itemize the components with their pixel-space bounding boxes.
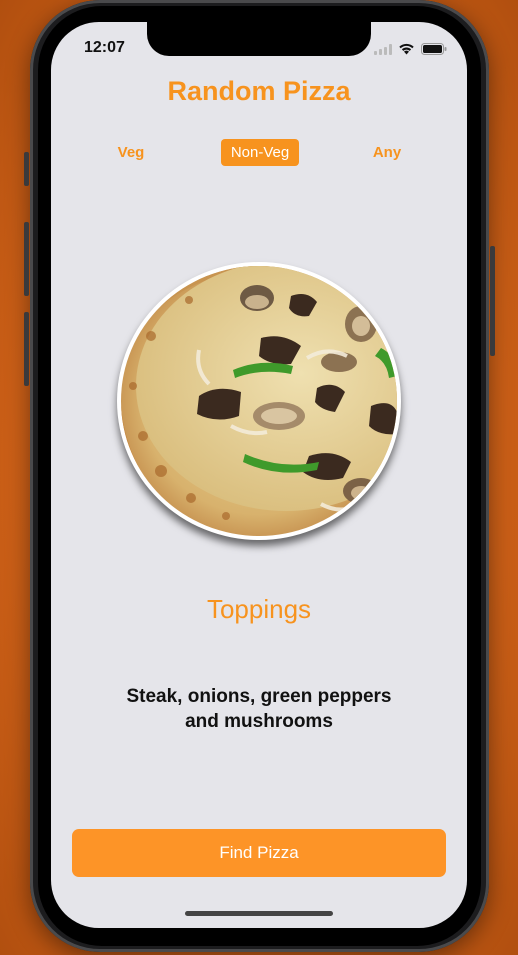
pizza-image-frame	[117, 262, 401, 540]
status-time: 12:07	[84, 39, 125, 56]
volume-down-button	[24, 312, 29, 386]
wifi-icon	[398, 42, 415, 60]
pizza-image	[121, 266, 397, 536]
filter-veg-button[interactable]: Veg	[106, 139, 156, 166]
toppings-description: Steak, onions, green peppers and mushroo…	[91, 684, 427, 734]
filter-any-button[interactable]: Any	[367, 139, 407, 166]
home-indicator[interactable]	[185, 911, 333, 916]
toppings-line-1: Steak, onions, green peppers	[126, 686, 392, 707]
status-icons	[374, 42, 447, 60]
cellular-signal-icon	[374, 42, 392, 60]
app-title: Random Pizza	[167, 76, 351, 106]
find-pizza-button[interactable]: Find Pizza	[72, 829, 446, 877]
notch	[147, 22, 371, 56]
toppings-line-2: and mushrooms	[185, 711, 333, 732]
toppings-heading: Toppings	[206, 594, 312, 624]
mute-switch	[24, 152, 29, 186]
volume-up-button	[24, 222, 29, 296]
battery-icon	[421, 42, 447, 60]
diet-filter-segmented-control: Veg Non-Veg Any	[51, 139, 467, 169]
filter-non-veg-button[interactable]: Non-Veg	[221, 139, 299, 166]
power-button	[490, 246, 495, 356]
app-screen: 12:07 Random Pizza Veg Non-Veg Any Toppi…	[51, 22, 467, 928]
